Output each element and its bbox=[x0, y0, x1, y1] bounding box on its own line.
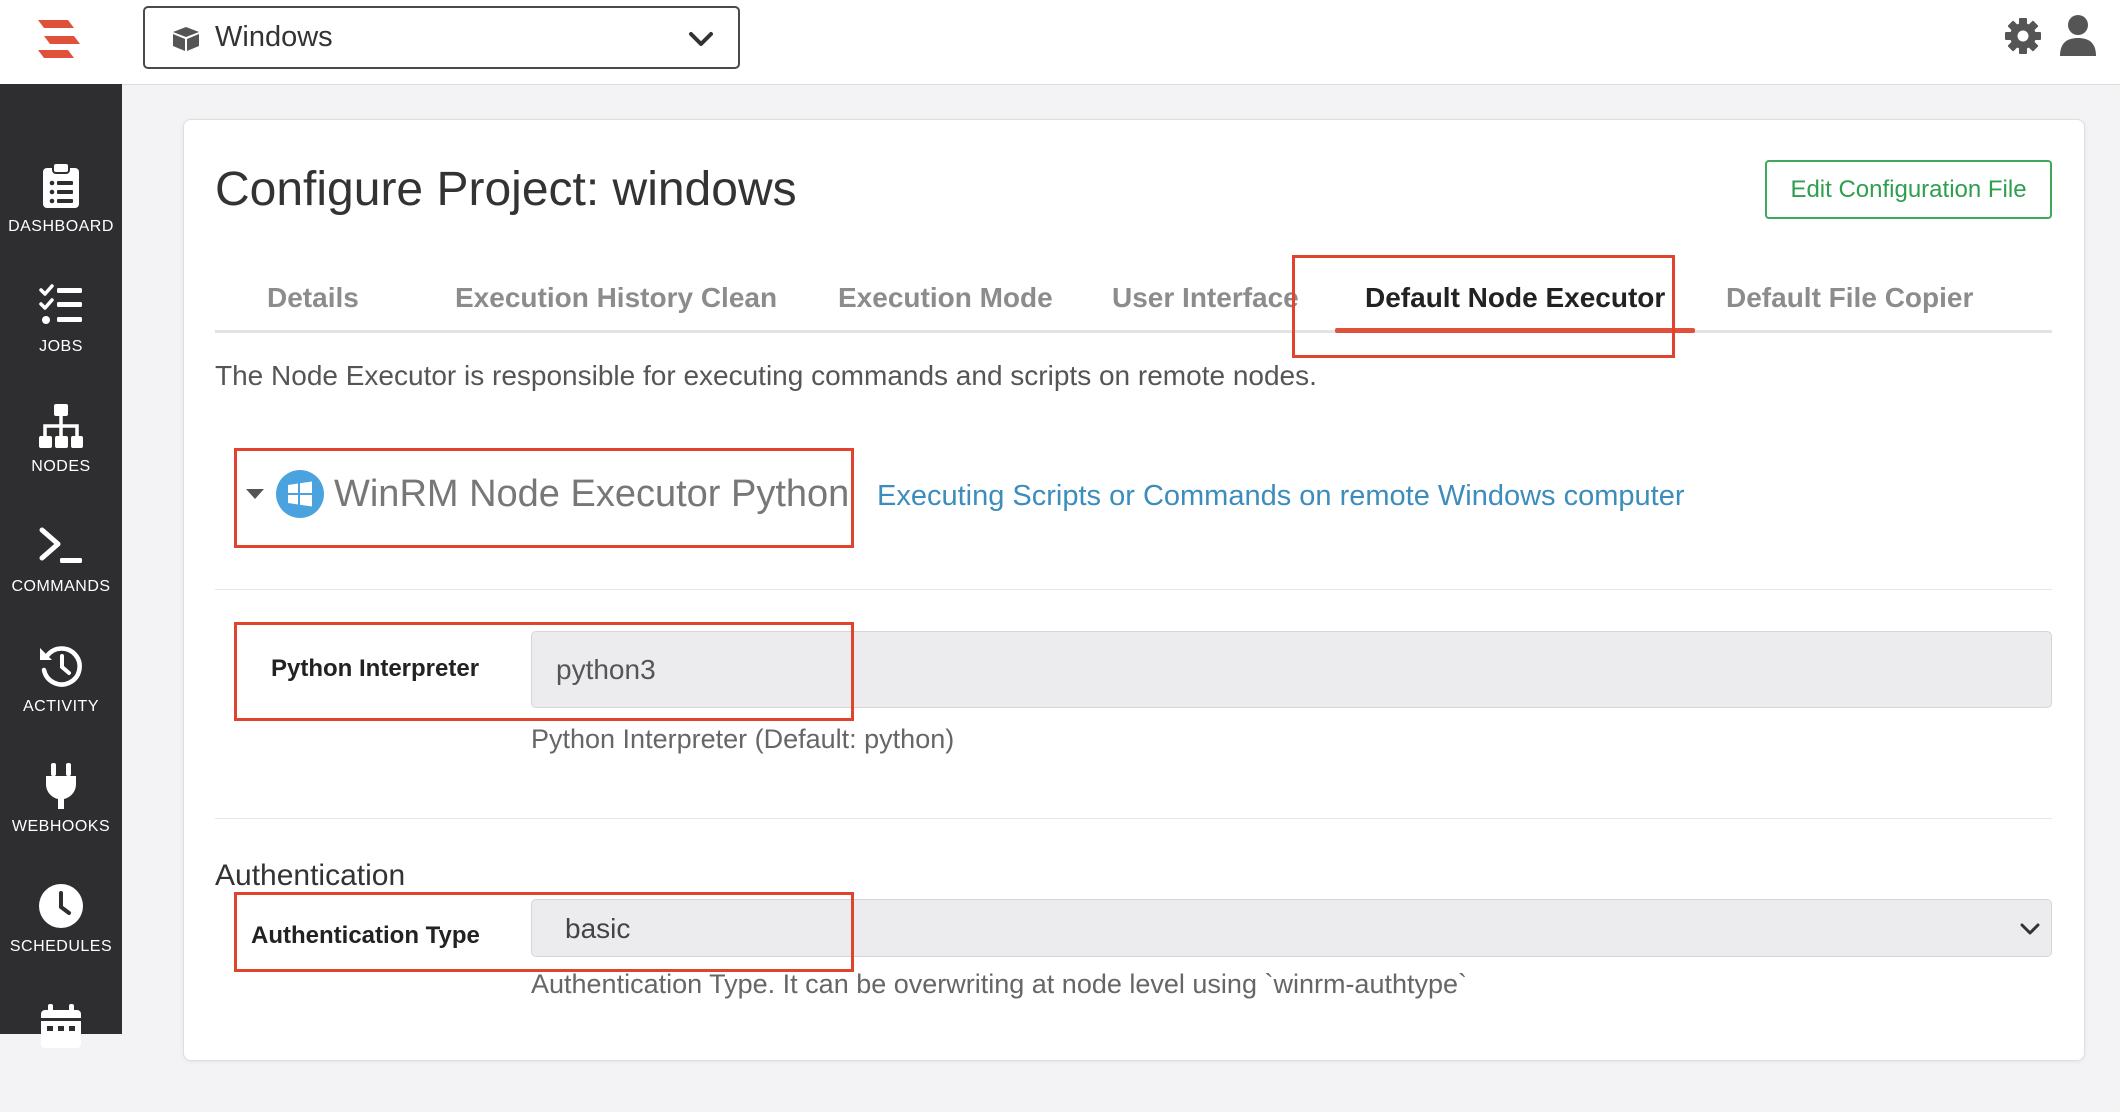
sidebar-item-nodes[interactable]: NODES bbox=[0, 402, 122, 512]
top-bar: Windows bbox=[0, 0, 2120, 85]
node-executor-description: The Node Executor is responsible for exe… bbox=[215, 360, 1317, 391]
divider bbox=[215, 589, 2052, 590]
tab-execution-history-clean[interactable]: Execution History Clean bbox=[455, 270, 777, 330]
sitemap-icon bbox=[39, 404, 83, 448]
gear-icon[interactable] bbox=[2003, 16, 2043, 56]
rundeck-logo-icon[interactable] bbox=[34, 18, 84, 64]
active-tab-indicator bbox=[1335, 328, 1696, 333]
tab-user-interface[interactable]: User Interface bbox=[1112, 270, 1299, 330]
authentication-type-label: Authentication Type bbox=[251, 922, 480, 949]
executor-description-link[interactable]: Executing Scripts or Commands on remote … bbox=[877, 480, 1684, 513]
sidebar-item-calendar[interactable] bbox=[0, 1002, 122, 1112]
plug-icon bbox=[46, 763, 76, 809]
divider bbox=[215, 818, 2052, 819]
tab-default-node-executor[interactable]: Default Node Executor bbox=[1335, 270, 1696, 333]
sidebar-item-jobs[interactable]: JOBS bbox=[0, 282, 122, 392]
calendar-icon bbox=[41, 1004, 81, 1048]
tab-details[interactable]: Details bbox=[267, 270, 359, 330]
page-title: Configure Project: windows bbox=[215, 163, 797, 216]
sidebar-item-label: ACTIVITY bbox=[22, 698, 99, 715]
tab-label: Default Node Executor bbox=[1365, 282, 1666, 313]
sidebar-item-label: DASHBOARD bbox=[8, 218, 114, 235]
sidebar-item-label: WEBHOOKS bbox=[11, 818, 111, 835]
project-name: Windows bbox=[215, 21, 333, 53]
edit-configuration-file-button[interactable]: Edit Configuration File bbox=[1765, 160, 2052, 219]
project-selector[interactable]: Windows bbox=[143, 6, 740, 69]
terminal-icon bbox=[39, 527, 82, 563]
sidebar-item-schedules[interactable]: SCHEDULES bbox=[0, 882, 122, 992]
clock-icon bbox=[39, 884, 83, 928]
chevron-down-icon bbox=[2020, 923, 2040, 935]
configure-project-panel: Configure Project: windows Edit Configur… bbox=[183, 119, 2085, 1061]
user-icon[interactable] bbox=[2058, 14, 2098, 56]
history-icon bbox=[40, 646, 82, 687]
sidebar-item-webhooks[interactable]: WEBHOOKS bbox=[0, 762, 122, 872]
executor-name: WinRM Node Executor Python bbox=[334, 472, 850, 515]
python-interpreter-label: Python Interpreter bbox=[271, 655, 480, 682]
windows-icon bbox=[276, 470, 324, 518]
caret-down-icon bbox=[246, 489, 264, 499]
list-check-icon bbox=[39, 284, 82, 324]
sidebar-item-activity[interactable]: ACTIVITY bbox=[0, 642, 122, 752]
authentication-type-help: Authentication Type. It can be overwriti… bbox=[531, 969, 1468, 999]
tab-execution-mode[interactable]: Execution Mode bbox=[838, 270, 1053, 330]
authentication-type-select[interactable]: basic bbox=[531, 899, 2052, 957]
clipboard-icon bbox=[43, 162, 79, 208]
executor-toggle[interactable]: WinRM Node Executor Python bbox=[246, 470, 849, 518]
config-tabs: Details Execution History Clean Executio… bbox=[215, 270, 2052, 333]
python-interpreter-input[interactable] bbox=[531, 631, 2052, 708]
sidebar-item-label: NODES bbox=[31, 458, 91, 475]
python-interpreter-help: Python Interpreter (Default: python) bbox=[531, 724, 955, 754]
box-icon bbox=[173, 26, 199, 51]
sidebar-item-commands[interactable]: COMMANDS bbox=[0, 522, 122, 632]
sidebar: DASHBOARD JOBS NODES COMMANDS ACTIVITY W… bbox=[0, 84, 122, 1048]
sidebar-item-label: SCHEDULES bbox=[9, 938, 113, 955]
authentication-section-title: Authentication bbox=[215, 859, 406, 892]
chevron-down-icon bbox=[689, 32, 713, 46]
sidebar-item-label: JOBS bbox=[39, 338, 83, 355]
sidebar-item-dashboard[interactable]: DASHBOARD bbox=[0, 162, 122, 272]
tab-default-file-copier[interactable]: Default File Copier bbox=[1726, 270, 1973, 330]
authentication-type-value: basic bbox=[565, 913, 631, 944]
sidebar-item-label: COMMANDS bbox=[11, 578, 111, 595]
